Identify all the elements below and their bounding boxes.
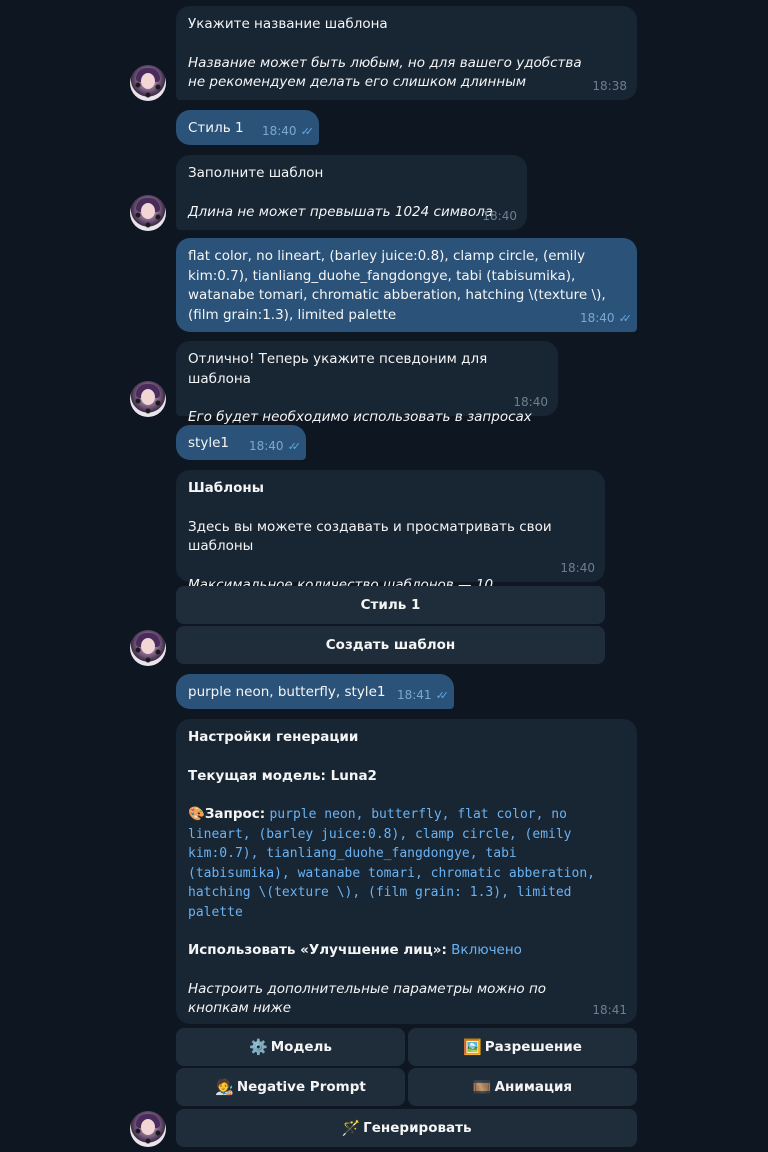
message-time: 18:40 <box>482 208 517 223</box>
film-icon: 🎞️ <box>472 1078 492 1096</box>
model-button[interactable]: ⚙️ Модель <box>176 1028 405 1066</box>
artist-icon: 🧑‍🎨 <box>215 1078 234 1096</box>
picture-icon: 🖼️ <box>463 1038 482 1056</box>
user-message-style-name: Стиль 1 18:40 ✓✓ <box>176 110 319 145</box>
message-time: 18:40 <box>261 123 297 138</box>
double-check-icon: ✓✓ <box>287 439 302 453</box>
bot-avatar[interactable] <box>130 65 166 101</box>
gear-icon: ⚙️ <box>249 1038 268 1056</box>
bot-avatar[interactable] <box>130 195 166 231</box>
face-enhance-value[interactable]: Включено <box>451 942 522 958</box>
negative-prompt-button[interactable]: 🧑‍🎨 Negative Prompt <box>176 1068 405 1106</box>
message-text: Стиль 1 <box>188 120 244 136</box>
message-time: 18:40 <box>248 438 284 453</box>
message-time-wrap: 18:40 ✓✓ <box>248 437 302 457</box>
prompt-label: Запрос: <box>204 806 266 822</box>
face-enhance-label: Использовать «Улучшение лиц»: <box>188 942 447 958</box>
bot-avatar[interactable] <box>130 1111 166 1147</box>
message-title: Укажите название шаблона <box>188 16 388 32</box>
message-time: 18:41 <box>592 1002 627 1017</box>
message-title: Настройки генерации <box>188 729 359 745</box>
current-model-line: Текущая модель: Luna2 <box>188 767 377 784</box>
double-check-icon: ✓✓ <box>300 124 315 138</box>
bot-message-alias: Отлично! Теперь укажите псевдоним для ша… <box>176 341 558 425</box>
magic-wand-icon: 🪄 <box>341 1119 361 1137</box>
message-time: 18:40 <box>579 310 615 325</box>
message-time: 18:38 <box>592 78 627 93</box>
message-time-wrap: 18:41 ✓✓ <box>396 686 450 706</box>
message-time-wrap: 18:40 ✓✓ <box>261 122 315 142</box>
model-button-label: Модель <box>270 1039 332 1055</box>
message-text: style1 <box>188 435 229 451</box>
resolution-button-label: Разрешение <box>484 1039 582 1055</box>
message-time: 18:40 <box>560 560 595 575</box>
message-title: Заполните шаблон <box>188 165 324 181</box>
message-time: 18:41 <box>396 687 432 702</box>
template-style1-button[interactable]: Стиль 1 <box>176 586 605 624</box>
message-text: flat color, no lineart, (barley juice:0.… <box>188 248 606 323</box>
prompt-value[interactable]: purple neon, butterfly, flat color, no l… <box>188 807 595 920</box>
double-check-icon: ✓✓ <box>435 688 450 702</box>
palette-icon: 🎨 <box>188 806 205 822</box>
bot-message-fill-template: Заполните шаблон Длина не может превышат… <box>176 155 527 230</box>
negative-prompt-button-label: Negative Prompt <box>236 1079 366 1095</box>
double-check-icon: ✓✓ <box>618 311 633 325</box>
message-note: Название может быть любым, но для вашего… <box>188 54 582 91</box>
message-time: 18:40 <box>513 394 548 409</box>
generate-button-label: Генерировать <box>363 1120 472 1136</box>
resolution-button[interactable]: 🖼️ Разрешение <box>408 1028 637 1066</box>
bot-avatar[interactable] <box>130 381 166 417</box>
bot-message-generation-settings: Настройки генерации Текущая модель: Luna… <box>176 719 637 1024</box>
user-message-alias: style1 18:40 ✓✓ <box>176 425 306 460</box>
bot-message-templates: Шаблоны Здесь вы можете создавать и прос… <box>176 470 605 593</box>
face-enhance-line: Использовать «Улучшение лиц»: Включено <box>188 941 625 961</box>
animation-button-label: Анимация <box>494 1079 573 1095</box>
prompt-block: 🎨Запрос: purple neon, butterfly, flat co… <box>188 805 620 922</box>
create-template-button[interactable]: Создать шаблон <box>176 626 605 664</box>
message-title: Шаблоны <box>188 480 264 496</box>
animation-button[interactable]: 🎞️ Анимация <box>408 1068 637 1106</box>
message-note: Длина не может превышать 1024 символа <box>188 203 494 220</box>
generate-button[interactable]: 🪄 Генерировать <box>176 1109 637 1147</box>
bot-avatar[interactable] <box>130 630 166 666</box>
user-message-template-content: flat color, no lineart, (barley juice:0.… <box>176 238 637 332</box>
message-body: Здесь вы можете создавать и просматриват… <box>188 518 552 555</box>
message-text: purple neon, butterfly, style1 <box>188 684 386 700</box>
bot-message-template-name: Укажите название шаблона Название может … <box>176 6 637 100</box>
message-title: Отлично! Теперь укажите псевдоним для ша… <box>188 351 488 387</box>
message-note: Настроить дополнительные параметры можно… <box>188 980 547 1017</box>
message-time-wrap: 18:40 ✓✓ <box>579 309 633 329</box>
user-message-prompt: purple neon, butterfly, style1 18:41 ✓✓ <box>176 674 454 709</box>
